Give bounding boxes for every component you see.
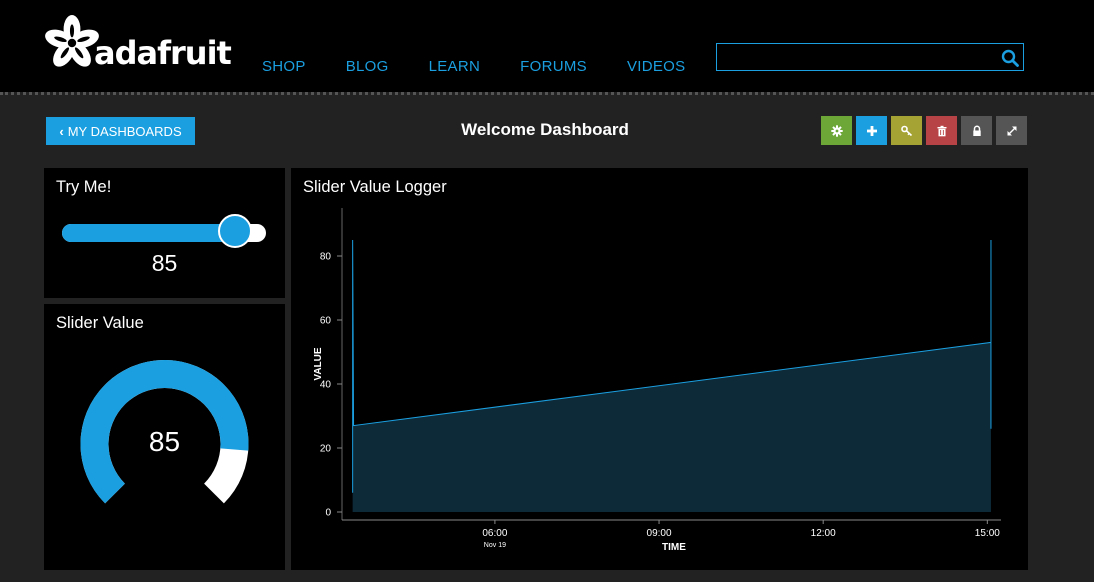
y-tick-label: 0 bbox=[325, 508, 331, 519]
settings-button[interactable] bbox=[821, 116, 852, 145]
logo-wordmark: adafruit bbox=[94, 34, 232, 72]
search-box bbox=[716, 43, 1024, 71]
search-icon[interactable] bbox=[1001, 49, 1019, 67]
trash-icon bbox=[937, 125, 946, 136]
flower-icon bbox=[45, 15, 99, 67]
my-dashboards-label: MY DASHBOARDS bbox=[67, 123, 182, 139]
slider-readout: 85 bbox=[151, 250, 178, 276]
slider-thumb[interactable] bbox=[218, 214, 253, 248]
x-tick-label: 06:00 bbox=[482, 528, 507, 539]
lock-button[interactable] bbox=[961, 116, 992, 145]
gauge-block: Slider Value 85 bbox=[44, 304, 285, 570]
y-tick-label: 60 bbox=[320, 316, 332, 327]
y-tick-label: 20 bbox=[320, 444, 332, 455]
slider-block: Try Me! 85 bbox=[44, 168, 285, 298]
lock-icon bbox=[972, 125, 981, 136]
x-tick-sublabel: Nov 19 bbox=[484, 542, 506, 549]
fullscreen-button[interactable] bbox=[996, 116, 1027, 145]
dashboard-toolbar bbox=[821, 116, 1031, 145]
adafruit-logo[interactable]: adafruit bbox=[44, 12, 232, 74]
line-chart-block: Slider Value Logger 0 20 40 60 80 06:00 Nov 19… bbox=[291, 168, 1028, 570]
key-icon bbox=[900, 125, 912, 136]
y-axis-label: VALUE bbox=[313, 347, 324, 380]
x-axis-label: TIME bbox=[662, 542, 686, 553]
nav-shop[interactable]: SHOP bbox=[262, 58, 306, 75]
nav-blog[interactable]: BLOG bbox=[346, 58, 389, 75]
delete-button[interactable] bbox=[926, 116, 957, 145]
chart-plot-area bbox=[352, 239, 992, 512]
key-button[interactable] bbox=[891, 116, 922, 145]
slider-track[interactable] bbox=[62, 214, 266, 248]
nav-forums[interactable]: FORUMS bbox=[520, 58, 587, 75]
gauge-block-title: Slider Value bbox=[56, 314, 144, 332]
my-dashboards-button[interactable]: ‹ MY DASHBOARDS bbox=[46, 117, 195, 145]
search-input[interactable] bbox=[721, 46, 995, 70]
chevron-left-icon: ‹ bbox=[59, 123, 64, 139]
main-nav: SHOP BLOG LEARN FORUMS VIDEOS bbox=[262, 58, 725, 75]
line-chart: 02040608006:00Nov 1909:00 12:00 15:00 VALU… bbox=[313, 208, 1001, 553]
nav-videos[interactable]: VIDEOS bbox=[627, 58, 685, 75]
site-header: adafruit SHOP BLOG LEARN FORUMS VIDEOS bbox=[0, 0, 1094, 92]
plus-icon bbox=[866, 125, 877, 136]
slider-block-title: Try Me! bbox=[56, 178, 112, 196]
page-title: Welcome Dashboard bbox=[461, 120, 629, 139]
nav-learn[interactable]: LEARN bbox=[429, 58, 481, 75]
area-fill bbox=[352, 240, 991, 512]
expand-icon bbox=[1007, 126, 1016, 135]
gauge-value: 85 bbox=[148, 426, 181, 457]
add-block-button[interactable] bbox=[856, 116, 887, 145]
x-tick-label: 15:00 bbox=[975, 528, 1000, 539]
header-divider bbox=[0, 92, 1094, 95]
x-tick-label: 09:00 bbox=[647, 528, 672, 539]
gear-icon bbox=[830, 124, 843, 137]
x-tick-label: 12:00 bbox=[811, 528, 836, 539]
y-tick-label: 80 bbox=[320, 252, 332, 263]
slider-fill bbox=[62, 224, 236, 242]
